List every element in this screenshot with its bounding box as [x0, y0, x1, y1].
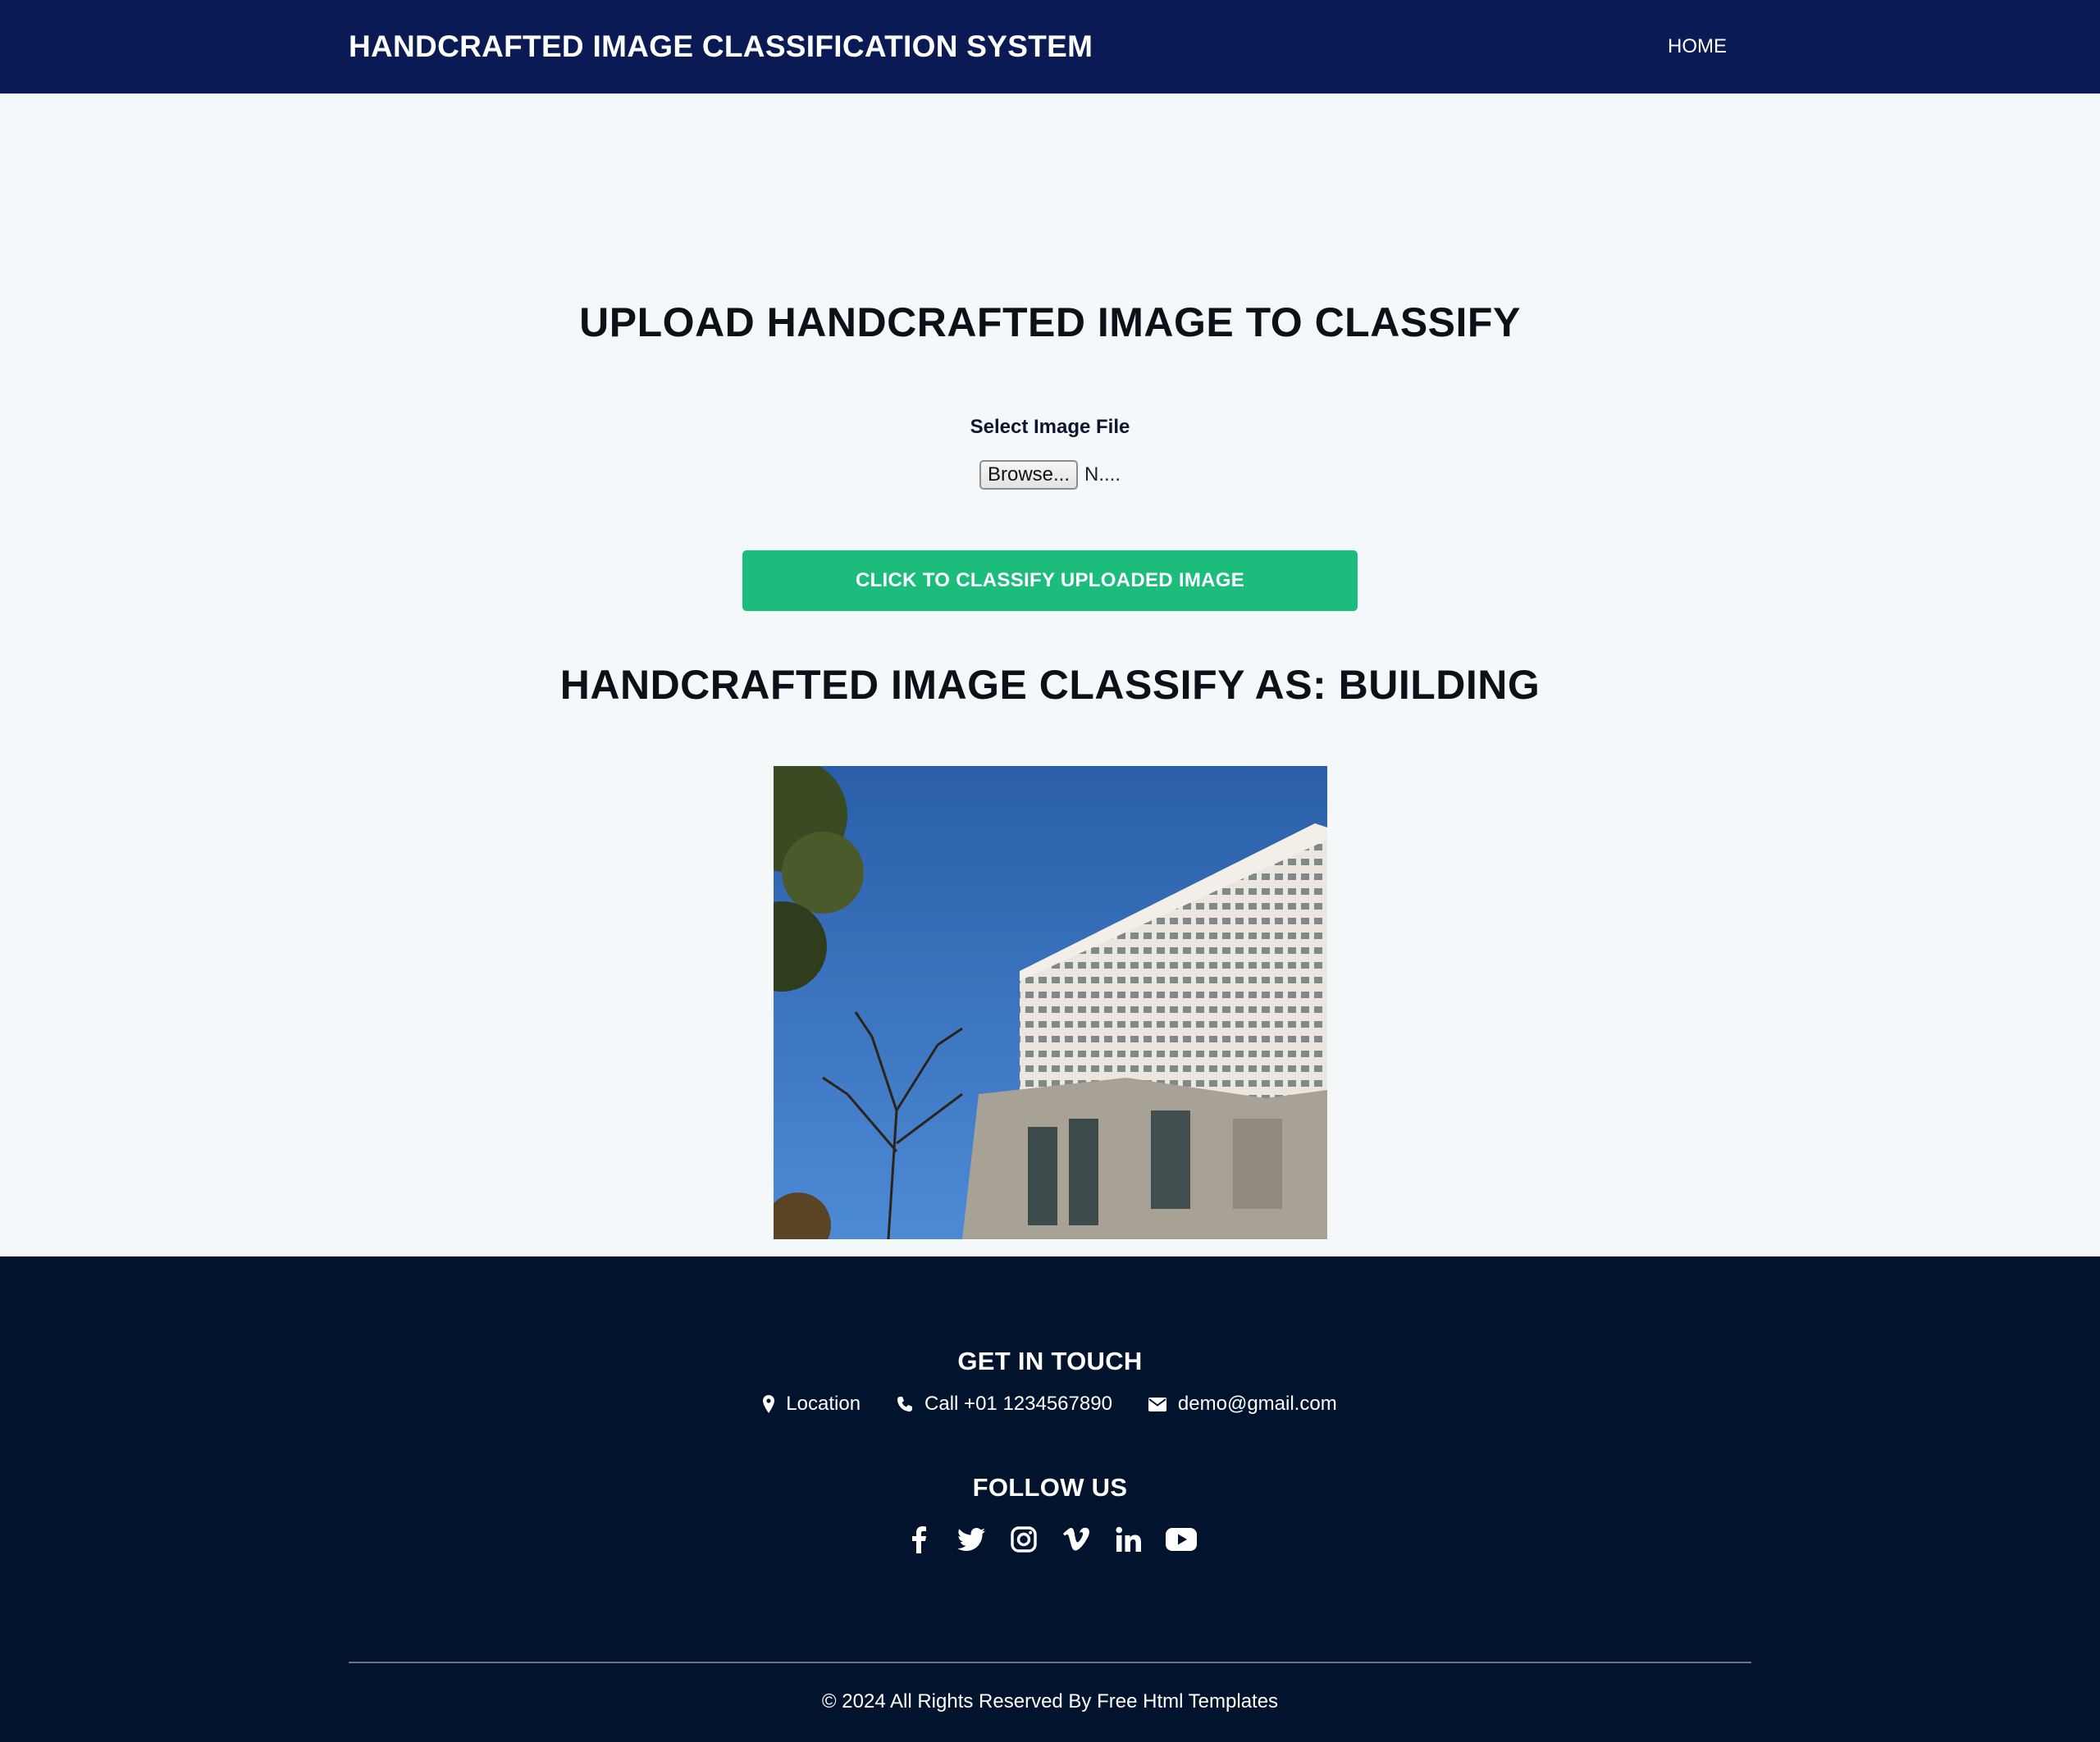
contact-location-link[interactable]: Location	[763, 1393, 861, 1416]
envelope-icon	[1148, 1397, 1166, 1411]
classify-button[interactable]: CLICK TO CLASSIFY UPLOADED IMAGE	[742, 550, 1358, 611]
youtube-link[interactable]	[1165, 1523, 1198, 1556]
youtube-icon	[1166, 1528, 1197, 1551]
footer-divider	[349, 1662, 1751, 1663]
nav-home-link[interactable]: HOME	[1668, 0, 1727, 93]
contact-email-text: demo@gmail.com	[1177, 1393, 1337, 1415]
contact-heading: GET IN TOUCH	[957, 1347, 1143, 1375]
phone-icon	[897, 1397, 913, 1411]
map-marker-icon	[763, 1395, 775, 1413]
contact-info: Location Call +01 1234567890 demo@gmail.…	[0, 1393, 2100, 1416]
uploaded-building-image	[774, 766, 1327, 1239]
instagram-icon	[1011, 1526, 1037, 1553]
file-input-label: Select Image File	[970, 416, 1130, 438]
upload-section: UPLOAD HANDCRAFTED IMAGE TO CLASSIFY Sel…	[0, 93, 2100, 1256]
browse-button[interactable]: Browse...	[979, 460, 1078, 490]
top-navbar: HANDCRAFTED IMAGE CLASSIFICATION SYSTEM …	[0, 0, 2100, 93]
contact-phone-text: Call +01 1234567890	[924, 1393, 1112, 1415]
twitter-icon	[957, 1528, 985, 1551]
selected-file-name: N....	[1084, 463, 1121, 486]
vimeo-link[interactable]	[1060, 1523, 1093, 1556]
classification-result-heading: HANDCRAFTED IMAGE CLASSIFY AS: BUILDING	[559, 662, 1541, 708]
follow-heading: FOLLOW US	[972, 1473, 1128, 1502]
twitter-link[interactable]	[955, 1523, 988, 1556]
site-footer: GET IN TOUCH Location Call +01 123456789…	[0, 1256, 2100, 1742]
copyright-text: © 2024 All Rights Reserved By Free Html …	[821, 1690, 1279, 1712]
contact-email-link[interactable]: demo@gmail.com	[1148, 1393, 1337, 1416]
linkedin-icon	[1116, 1526, 1141, 1552]
upload-heading: UPLOAD HANDCRAFTED IMAGE TO CLASSIFY	[579, 299, 1521, 345]
contact-location-text: Location	[786, 1393, 861, 1415]
site-brand[interactable]: HANDCRAFTED IMAGE CLASSIFICATION SYSTEM	[349, 0, 1093, 93]
facebook-icon	[912, 1526, 926, 1553]
facebook-link[interactable]	[902, 1523, 935, 1556]
linkedin-link[interactable]	[1112, 1523, 1145, 1556]
vimeo-icon	[1063, 1527, 1089, 1551]
file-input[interactable]: Browse... N....	[0, 460, 2100, 490]
contact-phone-link[interactable]: Call +01 1234567890	[897, 1393, 1112, 1416]
instagram-link[interactable]	[1007, 1523, 1040, 1556]
social-links	[0, 1523, 2100, 1556]
